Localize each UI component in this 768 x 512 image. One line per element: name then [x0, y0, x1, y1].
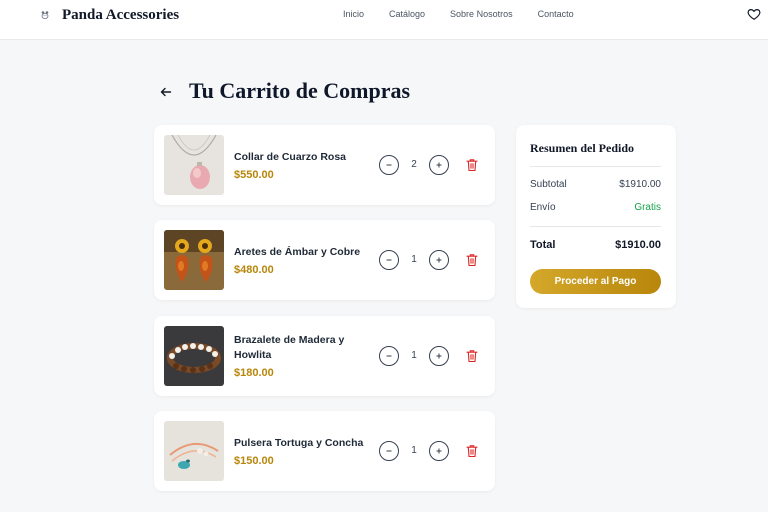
plus-icon: [436, 353, 442, 359]
quantity-value: 1: [411, 445, 417, 456]
plus-icon: [436, 448, 442, 454]
product-price: $180.00: [234, 367, 274, 379]
quantity-decrease-button[interactable]: [379, 250, 399, 270]
heart-icon[interactable]: [747, 7, 761, 21]
total-value: $1910.00: [615, 239, 661, 251]
cart-item: Aretes de Ámbar y Cobre $480.00 1: [154, 220, 495, 300]
quantity-increase-button[interactable]: [429, 250, 449, 270]
product-image: [164, 326, 224, 386]
minus-icon: [386, 259, 392, 261]
main-nav: Inicio Catálogo Sobre Nosotros Contacto: [343, 9, 599, 19]
total-row: Total $1910.00: [530, 239, 661, 251]
shipping-row: Envío Gratis: [530, 202, 661, 213]
page-title: Tu Carrito de Compras: [189, 78, 411, 103]
brand[interactable]: Panda Accessories: [40, 6, 179, 24]
product-price: $550.00: [234, 168, 274, 181]
quantity-value: 2: [411, 159, 417, 170]
panda-logo-icon: [40, 10, 50, 20]
cart-item-info: Collar de Cuarzo Rosa $550.00: [234, 125, 374, 205]
quantity-increase-button[interactable]: [429, 155, 449, 175]
quantity-decrease-button[interactable]: [379, 441, 399, 461]
product-name: Aretes de Ámbar y Cobre: [234, 245, 361, 258]
product-image: [164, 230, 224, 290]
cart-item-info: Brazalete de Madera y Howlita $180.00: [234, 316, 374, 396]
quantity-increase-button[interactable]: [429, 441, 449, 461]
trash-icon[interactable]: [466, 444, 478, 458]
brand-name: Panda Accessories: [62, 6, 180, 23]
cart-item-info: Aretes de Ámbar y Cobre $480.00: [234, 220, 374, 300]
nav-link-contacto[interactable]: Contacto: [538, 9, 574, 19]
arrow-left-icon[interactable]: [160, 85, 172, 97]
subtotal-value: $1910.00: [619, 179, 661, 190]
nav-link-sobre-nosotros[interactable]: Sobre Nosotros: [450, 9, 513, 19]
nav-link-inicio[interactable]: Inicio: [343, 9, 364, 19]
shipping-label: Envío: [530, 202, 556, 213]
trash-icon[interactable]: [466, 158, 478, 172]
minus-icon: [386, 450, 392, 452]
subtotal-row: Subtotal $1910.00: [530, 179, 661, 190]
product-image: [164, 421, 224, 481]
quantity-value: 1: [411, 350, 417, 361]
product-price: $480.00: [234, 263, 274, 276]
plus-icon: [436, 162, 442, 168]
plus-icon: [436, 257, 442, 263]
order-summary: Resumen del Pedido Subtotal $1910.00 Env…: [516, 125, 676, 308]
cart-item: Brazalete de Madera y Howlita $180.00 1: [154, 316, 495, 396]
subtotal-label: Subtotal: [530, 179, 567, 190]
divider: [530, 166, 661, 167]
product-name: Brazalete de Madera y Howlita: [234, 334, 345, 361]
quantity-value: 1: [411, 254, 417, 265]
checkout-button[interactable]: Proceder al Pago: [530, 269, 661, 294]
quantity-decrease-button[interactable]: [379, 346, 399, 366]
product-price: $150.00: [234, 454, 274, 467]
shipping-value: Gratis: [634, 202, 661, 213]
cart-item-info: Pulsera Tortuga y Concha $150.00: [234, 411, 374, 491]
product-name: Pulsera Tortuga y Concha: [234, 436, 364, 449]
quantity-increase-button[interactable]: [429, 346, 449, 366]
navbar: Panda Accessories Inicio Catálogo Sobre …: [0, 0, 768, 40]
nav-link-catalogo[interactable]: Catálogo: [389, 9, 425, 19]
cart-item: Pulsera Tortuga y Concha $150.00 1: [154, 411, 495, 491]
page-header: Tu Carrito de Compras: [160, 78, 410, 104]
quantity-decrease-button[interactable]: [379, 155, 399, 175]
summary-title: Resumen del Pedido: [530, 141, 635, 155]
minus-icon: [386, 164, 392, 166]
minus-icon: [386, 355, 392, 357]
total-label: Total: [530, 239, 556, 251]
trash-icon[interactable]: [466, 253, 478, 267]
divider: [530, 226, 661, 227]
cart-item: Collar de Cuarzo Rosa $550.00 2: [154, 125, 495, 205]
product-image: [164, 135, 224, 195]
trash-icon[interactable]: [466, 349, 478, 363]
product-name: Collar de Cuarzo Rosa: [234, 150, 347, 163]
